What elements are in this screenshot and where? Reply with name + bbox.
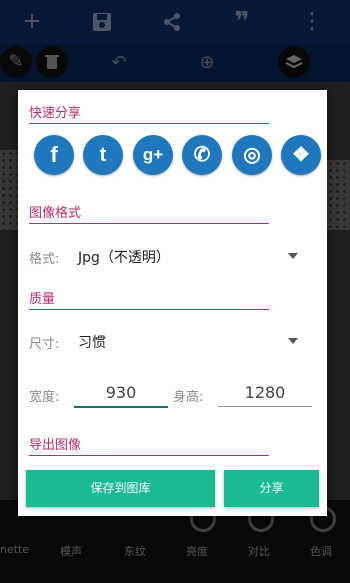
twitter-icon[interactable]: t (83, 135, 123, 175)
quick-share-title: 快速分享 (29, 106, 82, 121)
height-label: 身高: (173, 390, 204, 405)
size-value: 习惯 (78, 335, 106, 351)
size-label: 尺寸: (29, 337, 60, 352)
quick-share-divider (29, 123, 269, 124)
width-field[interactable]: 930 (74, 383, 168, 408)
whatsapp-icon[interactable]: ✆ (182, 135, 222, 175)
format-dropdown[interactable]: Jpg（不透明） (76, 240, 306, 272)
width-label: 宽度: (29, 390, 60, 405)
share-button[interactable]: 分享 (224, 470, 319, 507)
export-dialog: 快速分享 f t g+ ✆ ◎ ❖ 图像格式 格式: Jpg（不透明） 质量 尺… (18, 90, 327, 516)
dropbox-icon[interactable]: ❖ (281, 135, 321, 175)
image-format-title: 图像格式 (29, 206, 82, 221)
export-divider (29, 455, 269, 456)
quality-divider (29, 309, 269, 310)
image-format-divider (29, 223, 269, 224)
export-title: 导出图像 (29, 438, 82, 453)
format-value: Jpg（不透明） (78, 250, 170, 266)
google-plus-icon[interactable]: g+ (133, 135, 173, 175)
chevron-down-icon (288, 338, 298, 344)
facebook-icon[interactable]: f (34, 135, 74, 175)
instagram-icon[interactable]: ◎ (232, 135, 272, 175)
format-label: 格式: (29, 252, 60, 267)
chevron-down-icon (288, 253, 298, 259)
size-dropdown[interactable]: 习惯 (76, 325, 306, 357)
height-field[interactable]: 1280 (218, 383, 312, 407)
save-to-gallery-button[interactable]: 保存到图库 (26, 470, 215, 507)
quality-title: 质量 (29, 292, 56, 307)
